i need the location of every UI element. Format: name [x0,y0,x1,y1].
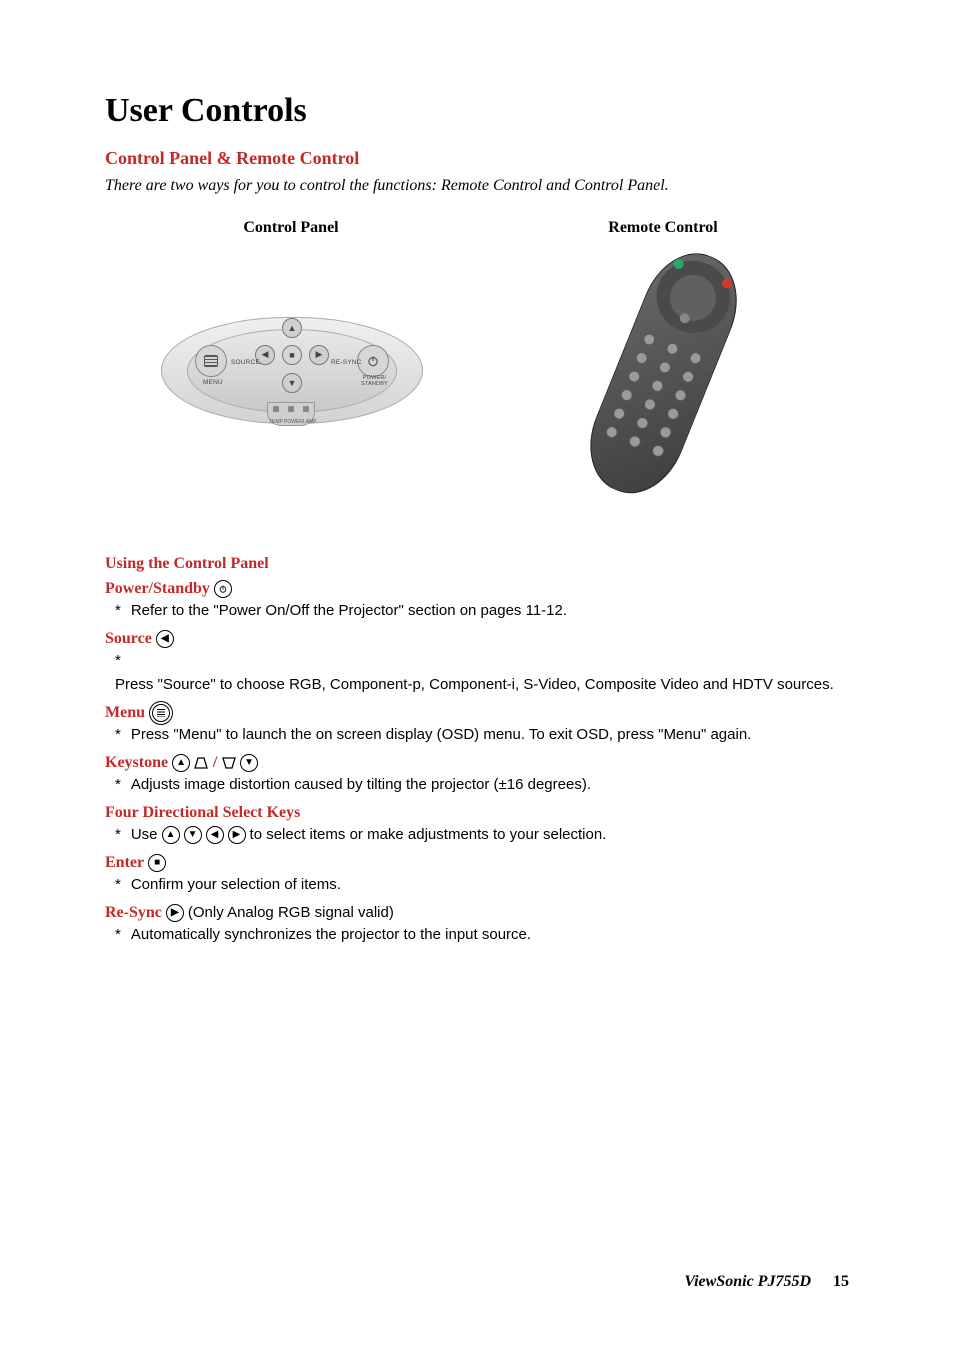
label-keystone: Keystone [105,753,168,773]
right-arrow-icon: ▶ [166,904,184,922]
bullet-enter: Confirm your selection of items. [131,875,341,895]
item-power-standby: Power/Standby *Refer to the "Power On/Of… [105,579,849,621]
item-four-directional: Four Directional Select Keys * Use ▲ ▼ ◀… [105,803,849,845]
item-keystone: Keystone ▲ / ▼ *Adjusts image distortion… [105,753,849,795]
bullet-resync: Automatically synchronizes the projector… [131,925,531,945]
item-enter: Enter ■ *Confirm your selection of items… [105,853,849,895]
up-arrow-icon: ▲ [162,826,180,844]
footer-page-number: 15 [833,1273,849,1290]
footer-model: ViewSonic PJ755D [684,1273,811,1290]
remote-control-illustration [563,247,763,497]
cp-right-icon: ▶ [309,345,329,365]
cp-led-temp: TEMP [269,419,283,425]
down-arrow-icon: ▼ [184,826,202,844]
label-resync: Re-Sync [105,903,162,923]
cp-led-lamp: LAMP [303,419,317,425]
right-arrow-icon: ▶ [228,826,246,844]
cp-label-source: SOURCE [231,359,260,366]
col-header-control-panel: Control Panel [105,219,477,237]
cp-label-power: POWER/STANDBY [361,375,388,387]
separator: / [212,753,218,773]
label-source: Source [105,629,152,649]
cp-up-icon: ▲ [282,318,302,338]
bullet-source: Press "Source" to choose RGB, Component-… [115,675,834,695]
bullet-fourdir-pre: Use [131,825,158,845]
resync-note: (Only Analog RGB signal valid) [188,903,394,923]
column-headers: Control Panel Remote Control [105,219,849,237]
up-arrow-icon: ▲ [172,754,190,772]
label-menu: Menu [105,703,145,723]
bullet-keystone: Adjusts image distortion caused by tilti… [131,775,591,795]
bullet-fourdir-post: to select items or make adjustments to y… [250,825,607,845]
left-arrow-icon: ◀ [206,826,224,844]
keystone-down-icon [222,757,236,769]
page-title: User Controls [105,92,849,130]
item-resync: Re-Sync ▶ (Only Analog RGB signal valid)… [105,903,849,945]
cp-down-icon: ▼ [282,373,302,393]
cp-enter-icon: ■ [282,345,302,365]
cp-label-menu: MENU [203,379,223,386]
enter-icon: ■ [148,854,166,872]
down-arrow-icon: ▼ [240,754,258,772]
power-icon [214,580,232,598]
cp-led-power: POWER [284,419,303,425]
control-panel-illustration: ▲ ▼ ◀ ▶ ■ MENU SOURCE RE-SYNC POWER/STAN… [161,295,421,450]
bullet-menu: Press "Menu" to launch the on screen dis… [131,725,751,745]
section-heading: Control Panel & Remote Control [105,148,849,169]
page-footer: ViewSonic PJ755D 15 [684,1273,849,1291]
menu-icon [152,704,170,722]
label-four-directional: Four Directional Select Keys [105,803,300,823]
item-source: Source ◀ *Press "Source" to choose RGB, … [105,629,849,695]
item-menu: Menu *Press "Menu" to launch the on scre… [105,703,849,745]
col-header-remote-control: Remote Control [477,219,849,237]
intro-text: There are two ways for you to control th… [105,177,849,195]
bullet-power: Refer to the "Power On/Off the Projector… [131,601,567,621]
label-enter: Enter [105,853,144,873]
label-power-standby: Power/Standby [105,579,210,599]
keystone-up-icon [194,757,208,769]
illustration-row: ▲ ▼ ◀ ▶ ■ MENU SOURCE RE-SYNC POWER/STAN… [105,247,849,497]
left-arrow-icon: ◀ [156,630,174,648]
using-control-panel-heading: Using the Control Panel [105,555,849,573]
cp-menu-button-icon [195,345,227,377]
cp-label-resync: RE-SYNC [331,359,362,366]
